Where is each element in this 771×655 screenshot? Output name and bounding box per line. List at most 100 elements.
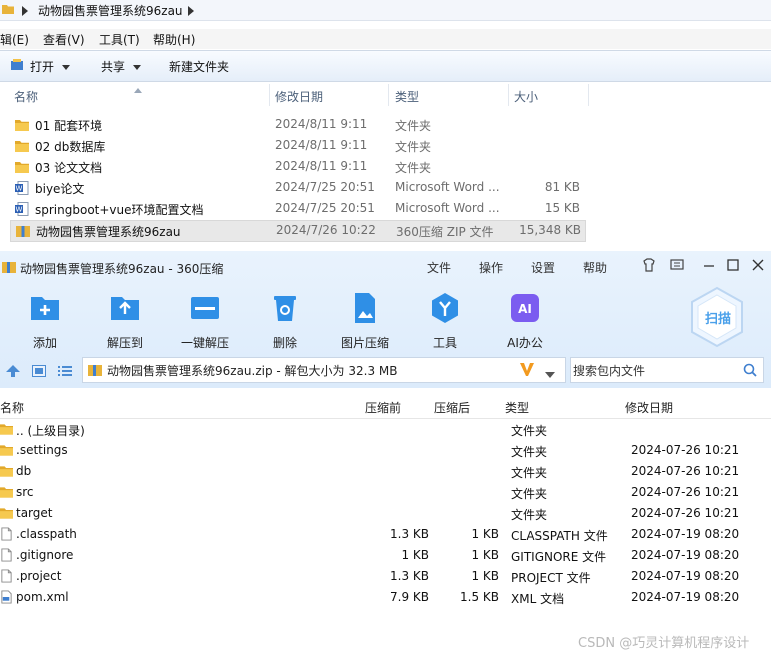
file-type: CLASSPATH 文件 — [511, 529, 608, 543]
action-label: AI办公 — [507, 336, 543, 350]
chevron-down-icon — [133, 65, 142, 70]
open-icon — [10, 58, 24, 75]
column-date[interactable]: 修改日期 — [275, 88, 323, 105]
zip-icon — [88, 363, 102, 380]
scan-button[interactable]: 扫描 — [688, 286, 746, 348]
file-type: XML 文档 — [511, 592, 565, 606]
menu-view[interactable]: 查看(V) — [43, 31, 85, 48]
one-click-extract-button[interactable]: 一键解压 — [170, 291, 240, 351]
explorer-file-row[interactable]: 02 db数据库 2024/8/11 9:11 文件夹 — [10, 136, 584, 156]
word-doc-icon: W — [15, 181, 29, 198]
folder-icon — [0, 506, 13, 523]
action-label: 解压到 — [106, 336, 143, 350]
breadcrumb-current[interactable]: 动物园售票管理系统96zau — [38, 2, 183, 19]
archive-file-row[interactable]: .gitignore 1 KB 1 KB GITIGNORE 文件 2024-07-19… — [0, 546, 771, 566]
image-compress-icon — [348, 291, 382, 325]
extract-to-icon — [108, 291, 142, 325]
close-icon[interactable] — [751, 258, 765, 272]
menu-help[interactable]: 帮助 — [583, 259, 607, 276]
thumbnail-view-icon[interactable] — [32, 365, 46, 380]
skin-icon[interactable] — [642, 258, 656, 272]
explorer-file-row[interactable]: 动物园售票管理系统96zau 2024/7/26 10:22 360压缩 ZIP 文… — [10, 220, 586, 242]
column-date[interactable]: 修改日期 — [625, 399, 673, 416]
extract-to-button[interactable]: 解压到 — [90, 291, 160, 351]
archive-file-row[interactable]: src 文件夹 2024-07-26 10:21 — [0, 483, 771, 503]
archive-file-row[interactable]: .project 1.3 KB 1 KB PROJECT 文件 2024-07-19 0… — [0, 567, 771, 587]
file-date: 2024/8/11 9:11 — [275, 138, 368, 152]
file-name: 01 配套环境 — [35, 119, 103, 133]
column-name[interactable]: 名称 — [14, 88, 38, 105]
word-doc-icon: W — [15, 202, 29, 219]
open-button[interactable]: 打开 — [30, 58, 71, 75]
column-before[interactable]: 压缩前 — [365, 399, 401, 416]
file-type: Microsoft Word ... — [395, 201, 500, 215]
v-badge-icon[interactable] — [519, 361, 535, 380]
menu-file[interactable]: 文件 — [427, 259, 451, 276]
file-date: 2024-07-19 08:20 — [631, 548, 740, 562]
zip-icon — [2, 260, 16, 277]
file-type: 文件夹 — [511, 487, 548, 501]
archive-file-row[interactable]: .classpath 1.3 KB 1 KB CLASSPATH 文件 2024-07-… — [0, 525, 771, 545]
share-button[interactable]: 共享 — [101, 58, 142, 75]
explorer-file-row[interactable]: Wspringboot+vue环境配置文档 2024/7/25 20:51 Micr… — [10, 199, 584, 219]
file-date: 2024/8/11 9:11 — [275, 159, 368, 173]
menu-help[interactable]: 帮助(H) — [153, 31, 195, 48]
new-folder-button[interactable]: 新建文件夹 — [169, 58, 229, 75]
explorer-file-row[interactable]: Wbiye论文 2024/7/25 20:51 Microsoft Word ...… — [10, 178, 584, 198]
column-size[interactable]: 大小 — [514, 88, 538, 105]
breadcrumb-arrow-icon[interactable] — [188, 5, 194, 19]
menu-operate[interactable]: 操作 — [479, 259, 503, 276]
one-click-extract-icon — [188, 291, 222, 325]
add-icon — [28, 291, 62, 325]
column-type[interactable]: 类型 — [395, 88, 419, 105]
up-arrow-icon[interactable] — [6, 365, 20, 380]
column-after[interactable]: 压缩后 — [434, 399, 470, 416]
minimize-icon[interactable] — [702, 258, 716, 272]
file-name: .gitignore — [16, 548, 74, 562]
image-compress-button[interactable]: 图片压缩 — [330, 291, 400, 351]
menu-settings[interactable]: 设置 — [531, 259, 555, 276]
xml-file-icon — [0, 590, 13, 607]
column-name[interactable]: 名称 — [0, 399, 24, 416]
maximize-icon[interactable] — [726, 258, 740, 272]
explorer-file-row[interactable]: 01 配套环境 2024/8/11 9:11 文件夹 — [10, 115, 584, 135]
ai-office-button[interactable]: AI AI办公 — [490, 291, 560, 351]
archive-file-row[interactable]: .. (上级目录) 文件夹 — [0, 420, 771, 440]
explorer-column-header: 名称 修改日期 类型 大小 — [0, 84, 771, 106]
column-type[interactable]: 类型 — [505, 399, 529, 416]
menu-edit[interactable]: 辑(E) — [0, 31, 29, 48]
add-button[interactable]: 添加 — [10, 291, 80, 351]
archiver-window: 动物园售票管理系统96zau - 360压缩 文件 操作 设置 帮助 添加 解压到… — [0, 251, 771, 655]
archive-file-row[interactable]: db 文件夹 2024-07-26 10:21 — [0, 462, 771, 482]
archiver-header: 动物园售票管理系统96zau - 360压缩 文件 操作 设置 帮助 添加 解压到… — [0, 251, 771, 388]
archive-file-row[interactable]: .settings 文件夹 2024-07-26 10:21 — [0, 441, 771, 461]
archive-file-row[interactable]: pom.xml 7.9 KB 1.5 KB XML 文档 2024-07-19 08:2… — [0, 588, 771, 608]
search-icon[interactable] — [743, 363, 757, 380]
explorer-toolbar: 打开 共享 新建文件夹 — [0, 50, 771, 82]
size-before: 1 KB — [401, 548, 429, 562]
file-type: GITIGNORE 文件 — [511, 550, 607, 564]
feedback-icon[interactable] — [670, 258, 684, 272]
folder-icon — [0, 422, 13, 439]
tools-button[interactable]: 工具 — [410, 291, 480, 351]
list-view-icon[interactable] — [58, 365, 72, 380]
file-date: 2024-07-26 10:21 — [631, 443, 740, 457]
search-input[interactable]: 搜索包内文件 — [570, 357, 764, 383]
archive-file-row[interactable]: target 文件夹 2024-07-26 10:21 — [0, 504, 771, 524]
archive-path-bar[interactable]: 动物园售票管理系统96zau.zip - 解包大小为 32.3 MB — [82, 357, 566, 383]
file-name: .classpath — [16, 527, 77, 541]
delete-button[interactable]: 删除 — [250, 291, 320, 351]
breadcrumb-arrow-icon[interactable] — [22, 5, 28, 19]
chevron-down-icon[interactable] — [545, 367, 555, 381]
search-placeholder: 搜索包内文件 — [573, 364, 646, 378]
explorer-file-row[interactable]: 03 论文文档 2024/8/11 9:11 文件夹 — [10, 157, 584, 177]
menu-tools[interactable]: 工具(T) — [99, 31, 140, 48]
file-name: db — [16, 464, 32, 478]
file-name: 动物园售票管理系统96zau — [36, 225, 181, 239]
file-type: Microsoft Word ... — [395, 180, 500, 194]
svg-text:W: W — [16, 206, 23, 214]
address-bar[interactable]: 动物园售票管理系统96zau — [0, 0, 771, 21]
file-name: .project — [16, 569, 62, 583]
size-after: 1 KB — [471, 527, 499, 541]
file-date: 2024-07-26 10:21 — [631, 464, 740, 478]
